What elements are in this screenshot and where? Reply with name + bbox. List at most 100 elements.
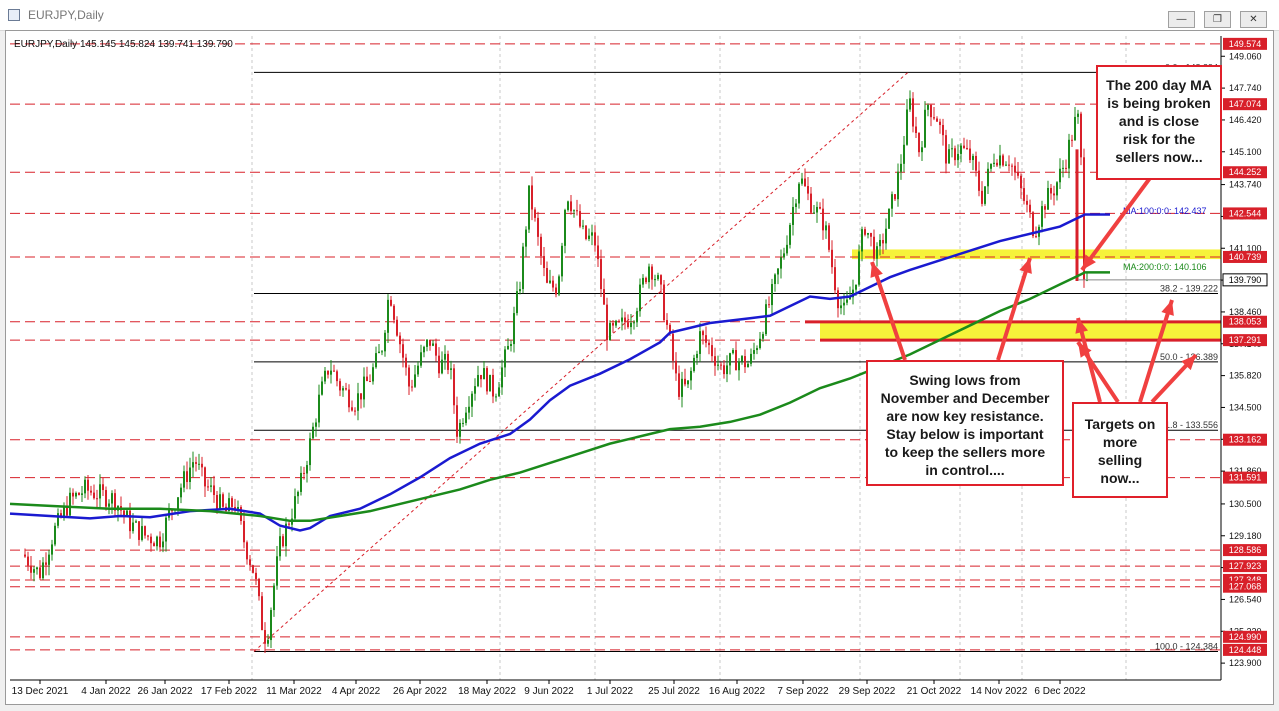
candle-body: [981, 190, 983, 204]
candle-body: [501, 367, 503, 388]
candle-body: [1068, 139, 1070, 169]
candle-body: [318, 394, 320, 423]
candle-body: [945, 135, 947, 164]
candle-body: [492, 374, 494, 397]
candle-body: [270, 610, 272, 641]
candle-body: [432, 343, 434, 346]
candle-body: [822, 208, 824, 231]
candle-body: [144, 526, 146, 536]
candle-body: [213, 485, 215, 496]
candle-body: [378, 351, 380, 354]
candle-body: [93, 492, 95, 499]
candle-body: [555, 287, 557, 295]
candle-body: [75, 492, 77, 497]
candle-body: [918, 132, 920, 153]
candle-body: [984, 186, 986, 204]
price-tick-label: 149.060: [1229, 51, 1262, 61]
time-tick-label: 17 Feb 2022: [201, 686, 258, 697]
time-tick-label: 16 Aug 2022: [709, 686, 766, 697]
price-tick-label: 135.820: [1229, 371, 1262, 381]
candle-body: [639, 284, 641, 312]
candle-body: [660, 275, 662, 285]
price-chart[interactable]: 0.0 - 148.39438.2 - 139.22250.0 - 136.38…: [0, 0, 1279, 711]
candle-body: [159, 536, 161, 548]
price-tick-label: 145.100: [1229, 147, 1262, 157]
candle-body: [276, 556, 278, 586]
candle-body: [933, 117, 935, 119]
candle-body: [567, 201, 569, 210]
candle-body: [471, 393, 473, 407]
candle-body: [576, 210, 578, 212]
candle-body: [1014, 165, 1016, 173]
candle-body: [339, 381, 341, 391]
candle-body: [948, 149, 950, 164]
candle-body: [528, 185, 530, 230]
candle-body: [396, 319, 398, 336]
candle-body: [1023, 188, 1025, 201]
candle-body: [618, 320, 620, 322]
ma200-callout-line: is being broken: [1107, 95, 1211, 111]
candle-body: [798, 183, 800, 204]
candle-body: [789, 224, 791, 245]
candle-body: [411, 386, 413, 388]
candle-body: [129, 510, 131, 532]
candle-body: [705, 335, 707, 343]
ma200-callout: The 200 day MA is being broken and is cl…: [1096, 65, 1222, 180]
candle-body: [1071, 139, 1073, 141]
chart-header: EURJPY,Daily 145.145 145.824 139.741 139…: [14, 39, 233, 50]
candle-body: [648, 266, 650, 283]
candle-body: [834, 267, 836, 291]
candle-body: [894, 194, 896, 200]
candle-body: [132, 522, 134, 532]
candle-body: [579, 211, 581, 227]
candle-body: [711, 345, 713, 357]
candle-body: [684, 378, 686, 385]
candle-body: [162, 541, 164, 548]
candle-body: [360, 393, 362, 400]
candle-body: [135, 521, 137, 523]
candle-body: [825, 225, 827, 231]
candle-body: [39, 567, 41, 579]
time-tick-label: 6 Dec 2022: [1034, 686, 1086, 697]
level-price-tag-label: 124.990: [1229, 632, 1262, 642]
candle-body: [558, 276, 560, 295]
candle-body: [594, 232, 596, 246]
candle-body: [450, 368, 452, 370]
candle-body: [258, 578, 260, 597]
candle-body: [768, 304, 770, 306]
candle-body: [921, 147, 923, 153]
candle-body: [600, 259, 602, 290]
level-price-tag-label: 128.586: [1229, 545, 1262, 555]
candle-body: [303, 472, 305, 474]
candle-body: [1077, 113, 1079, 117]
candle-body: [729, 353, 731, 366]
candle-body: [753, 350, 755, 354]
candle-body: [183, 471, 185, 488]
candle-body: [165, 517, 167, 542]
candle-body: [69, 492, 71, 516]
targets-callout-line: selling: [1097, 452, 1143, 468]
candle-body: [342, 388, 344, 391]
candle-body: [726, 365, 728, 375]
candle-body: [1062, 167, 1064, 169]
candle-body: [504, 349, 506, 368]
time-tick-label: 26 Jan 2022: [137, 686, 192, 697]
candle-body: [372, 367, 374, 382]
candle-body: [675, 360, 677, 374]
candle-body: [936, 118, 938, 122]
candle-body: [354, 410, 356, 412]
candle-body: [414, 374, 416, 387]
candle-body: [444, 353, 446, 360]
candle-body: [561, 245, 563, 277]
candle-body: [99, 484, 101, 499]
candle-body: [930, 105, 932, 118]
candle-body: [495, 396, 497, 398]
price-tick-label: 146.420: [1229, 115, 1262, 125]
time-tick-label: 13 Dec 2021: [12, 686, 69, 697]
candle-body: [801, 178, 803, 184]
candle-body: [417, 365, 419, 375]
candle-body: [90, 490, 92, 493]
time-tick-label: 21 Oct 2022: [907, 686, 962, 697]
candle-body: [513, 313, 515, 345]
candle-body: [336, 371, 338, 382]
